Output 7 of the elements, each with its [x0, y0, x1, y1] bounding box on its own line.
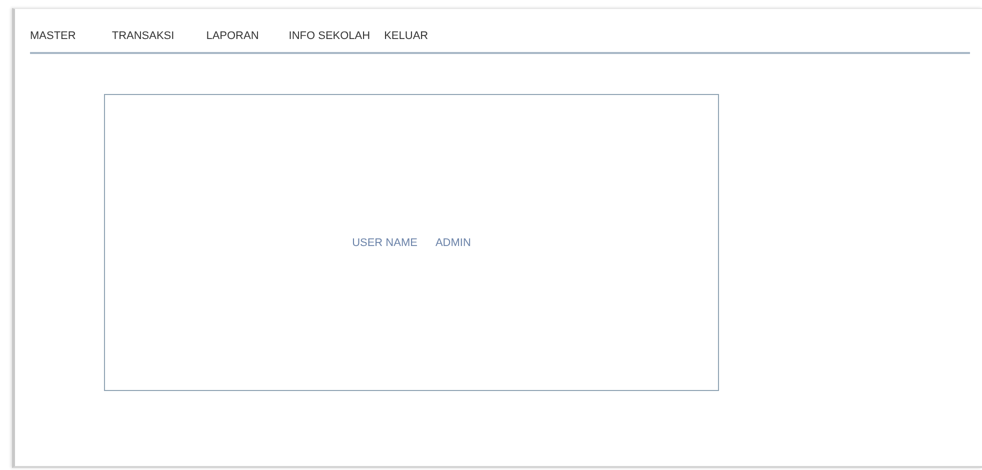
menu-item[interactable]: LAPORAN — [206, 30, 259, 42]
user-name-value: ADMIN — [435, 236, 471, 248]
menu-item[interactable]: INFO SEKOLAH — [288, 30, 370, 42]
menu-item[interactable]: TRANSAKSI — [112, 30, 174, 42]
menu-item[interactable]: MASTER — [30, 30, 76, 42]
user-name-label: USER NAME — [352, 236, 418, 248]
menu-item[interactable]: KELUAR — [384, 30, 428, 42]
